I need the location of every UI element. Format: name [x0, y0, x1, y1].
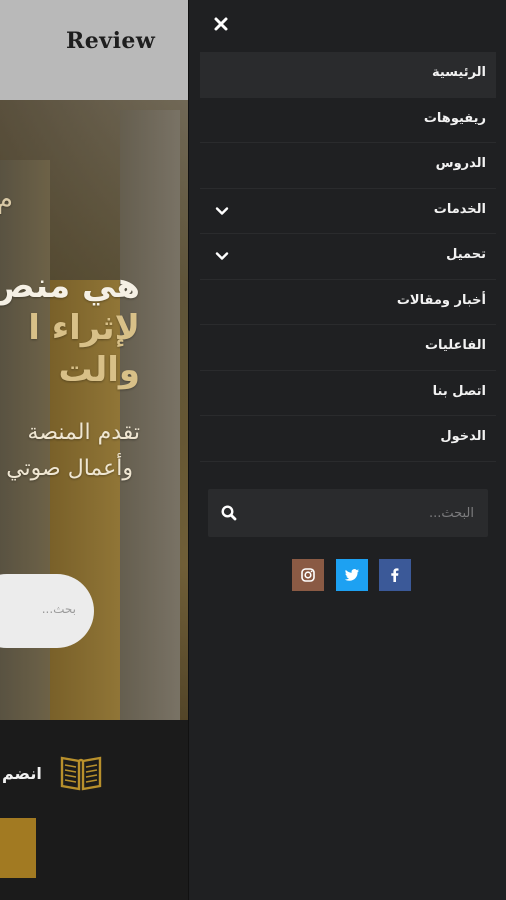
chevron-down-icon[interactable] — [214, 248, 230, 264]
close-button[interactable] — [209, 12, 233, 36]
facebook-button[interactable] — [379, 559, 411, 591]
nav-drawer: الرئيسية ريفيوهات الدروس الخدمات تحميل أ… — [189, 0, 506, 900]
menu-item-label: الفاعليات — [424, 338, 486, 353]
menu-item-home[interactable]: الرئيسية — [200, 52, 496, 98]
drawer-search — [208, 489, 488, 537]
hero-headline-line: هي منص — [0, 266, 140, 306]
instagram-icon — [301, 568, 315, 582]
social-links — [292, 559, 412, 591]
menu-item-label: الدخول — [440, 429, 486, 444]
menu-item-label: اتصل بنا — [432, 383, 486, 399]
menu-item-label: تحميل — [446, 247, 486, 262]
nav-menu: الرئيسية ريفيوهات الدروس الخدمات تحميل أ… — [200, 52, 496, 462]
menu-item-download[interactable]: تحميل — [200, 234, 496, 280]
instagram-button[interactable] — [292, 559, 324, 591]
site-logo[interactable]: Review — [66, 28, 155, 54]
search-icon[interactable] — [220, 504, 238, 522]
twitter-icon — [344, 569, 359, 581]
menu-item-label: الدروس — [435, 156, 486, 171]
hero-headline-line: والت — [58, 350, 140, 390]
close-icon — [214, 17, 228, 31]
menu-item-label: الخدمات — [433, 201, 486, 217]
hero-search-placeholder: بحث... — [41, 602, 76, 616]
search-input[interactable] — [248, 489, 488, 537]
hero-section: م هي منص لإثراء ا والت تقدم المنصة وأعما… — [0, 100, 188, 720]
menu-item-label: ريفيوهات — [423, 110, 486, 126]
menu-item-reviews[interactable]: ريفيوهات — [200, 98, 496, 143]
hero-headline-line: لإثراء ا — [28, 308, 140, 348]
menu-item-events[interactable]: الفاعليات — [200, 325, 496, 371]
join-text[interactable]: انضم — [2, 764, 42, 783]
menu-item-label: أخبار ومقالات — [396, 292, 486, 308]
hero-description-line: وأعمال صوتي — [6, 456, 133, 481]
menu-item-lessons[interactable]: الدروس — [200, 143, 496, 189]
join-row: انضم — [0, 748, 188, 800]
menu-item-login[interactable]: الدخول — [200, 416, 496, 462]
menu-item-contact[interactable]: اتصل بنا — [200, 371, 496, 416]
join-button[interactable] — [0, 818, 36, 878]
twitter-button[interactable] — [336, 559, 368, 591]
open-book-icon — [60, 756, 102, 791]
logo-text: Review — [66, 28, 156, 54]
menu-item-services[interactable]: الخدمات — [200, 189, 496, 234]
site-header: Review — [0, 0, 188, 100]
menu-item-news[interactable]: أخبار ومقالات — [200, 280, 496, 325]
hero-eyebrow: م — [0, 185, 13, 215]
facebook-icon — [391, 568, 399, 582]
menu-item-label: الرئيسية — [431, 65, 486, 80]
chevron-down-icon[interactable] — [214, 203, 230, 219]
hero-description-line: تقدم المنصة — [27, 420, 140, 445]
hero-search-input[interactable]: بحث... — [0, 574, 94, 648]
background-page: Review م هي منص لإثراء ا والت تقدم المنص… — [0, 0, 188, 900]
